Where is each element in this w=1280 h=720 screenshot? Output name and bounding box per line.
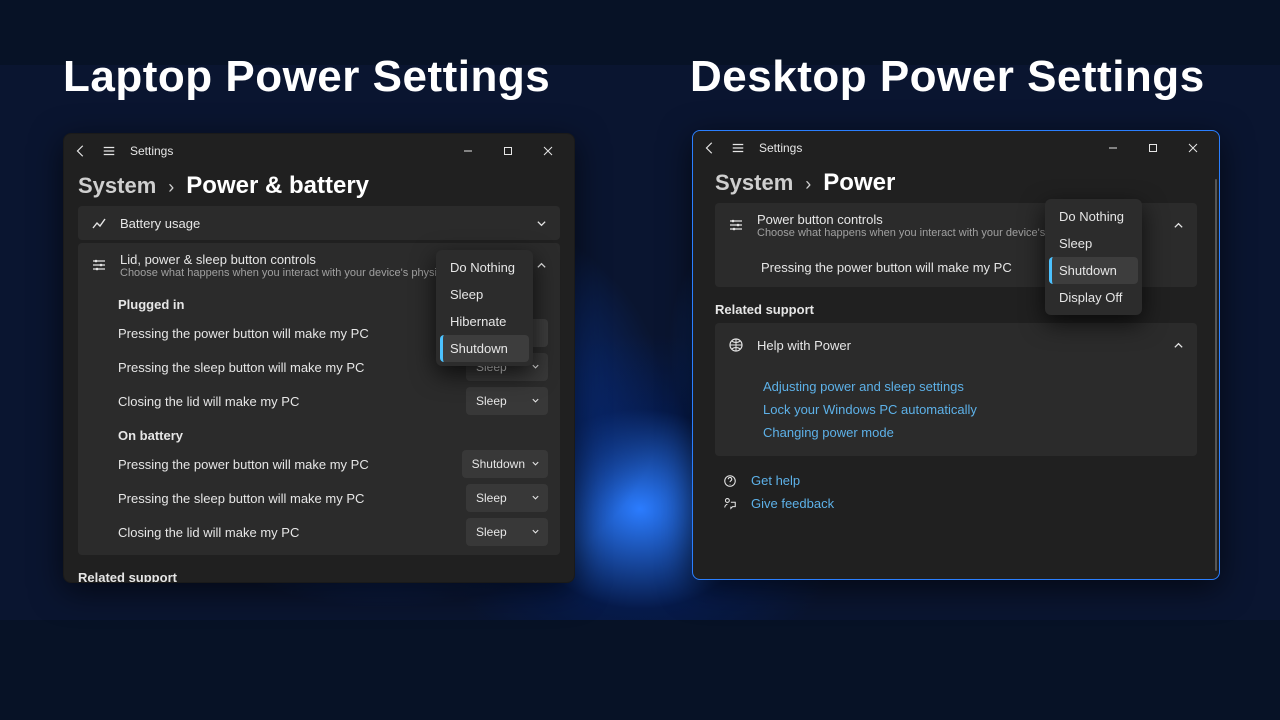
help-with-power-title: Help with Power [757, 338, 1157, 353]
chevron-up-icon [1169, 340, 1187, 351]
back-icon[interactable] [703, 141, 717, 155]
battery-lid-label: Closing the lid will make my PC [118, 525, 466, 540]
power-action-menu: Do Nothing Sleep Shutdown Display Off [1045, 199, 1142, 315]
link-lock-pc[interactable]: Lock your Windows PC automatically [715, 398, 1197, 421]
give-feedback-link[interactable]: Give feedback [715, 492, 1197, 515]
close-button[interactable] [528, 137, 568, 165]
breadcrumb-root[interactable]: System [78, 173, 156, 199]
battery-lid-row: Closing the lid will make my PC Sleep [78, 515, 560, 549]
battery-sleep-value: Sleep [476, 491, 507, 505]
globe-icon [727, 337, 745, 353]
menu-item-do-nothing[interactable]: Do Nothing [1049, 203, 1138, 230]
related-support-heading: Related support [78, 558, 560, 583]
chevron-down-icon [531, 394, 540, 408]
battery-sleep-label: Pressing the sleep button will make my P… [118, 491, 466, 506]
heading-desktop: Desktop Power Settings [690, 52, 1205, 102]
menu-item-shutdown[interactable]: Shutdown [1049, 257, 1138, 284]
battery-usage-card[interactable]: Battery usage [78, 206, 560, 240]
on-battery-subhead: On battery [78, 418, 560, 447]
plugged-lid-value: Sleep [476, 394, 507, 408]
maximize-button[interactable] [1133, 134, 1173, 162]
breadcrumb: System › Power & battery [64, 168, 574, 206]
battery-lid-dropdown[interactable]: Sleep [466, 518, 548, 546]
chevron-down-icon [531, 491, 540, 505]
power-action-menu: Do Nothing Sleep Hibernate Shutdown [436, 250, 533, 366]
chevron-down-icon [531, 525, 540, 539]
battery-power-row: Pressing the power button will make my P… [78, 447, 560, 481]
menu-item-sleep[interactable]: Sleep [1049, 230, 1138, 257]
plugged-lid-label: Closing the lid will make my PC [118, 394, 466, 409]
chevron-down-icon [531, 457, 540, 471]
battery-power-label: Pressing the power button will make my P… [118, 457, 462, 472]
minimize-button[interactable] [448, 137, 488, 165]
plugged-lid-row: Closing the lid will make my PC Sleep [78, 384, 560, 418]
plugged-power-label: Pressing the power button will make my P… [118, 326, 466, 341]
content-area: Power button controls Choose what happen… [693, 203, 1219, 521]
menu-item-display-off[interactable]: Display Off [1049, 284, 1138, 311]
back-icon[interactable] [74, 144, 88, 158]
close-button[interactable] [1173, 134, 1213, 162]
battery-usage-label: Battery usage [120, 216, 520, 231]
titlebar: Settings [693, 131, 1219, 165]
hamburger-icon[interactable] [102, 144, 116, 158]
titlebar: Settings [64, 134, 574, 168]
battery-power-value: Shutdown [472, 457, 525, 471]
help-icon [723, 474, 737, 488]
chevron-right-icon: › [805, 174, 811, 195]
menu-item-do-nothing[interactable]: Do Nothing [440, 254, 529, 281]
get-help-link[interactable]: Get help [715, 469, 1197, 492]
plugged-sleep-label: Pressing the sleep button will make my P… [118, 360, 466, 375]
window-title: Settings [130, 144, 173, 158]
link-adjusting-power[interactable]: Adjusting power and sleep settings [715, 375, 1197, 398]
battery-lid-value: Sleep [476, 525, 507, 539]
chevron-up-icon [532, 260, 550, 271]
minimize-button[interactable] [1093, 134, 1133, 162]
page-title: Power [823, 169, 895, 197]
battery-sleep-row: Pressing the sleep button will make my P… [78, 481, 560, 515]
controls-icon [727, 217, 745, 233]
settings-window-laptop: Settings System › Power & battery Batter… [63, 133, 575, 583]
give-feedback-label: Give feedback [751, 496, 834, 511]
breadcrumb-root[interactable]: System [715, 170, 793, 196]
maximize-button[interactable] [488, 137, 528, 165]
chevron-down-icon [532, 218, 550, 229]
breadcrumb: System › Power [693, 165, 1219, 203]
settings-window-desktop: Settings System › Power Power button con… [692, 130, 1220, 580]
page-title: Power & battery [186, 172, 369, 200]
menu-item-shutdown[interactable]: Shutdown [440, 335, 529, 362]
plugged-lid-dropdown[interactable]: Sleep [466, 387, 548, 415]
heading-laptop: Laptop Power Settings [63, 52, 550, 102]
hamburger-icon[interactable] [731, 141, 745, 155]
chevron-right-icon: › [168, 177, 174, 198]
chart-icon [90, 215, 108, 231]
window-title: Settings [759, 141, 802, 155]
battery-power-dropdown[interactable]: Shutdown [462, 450, 548, 478]
menu-item-hibernate[interactable]: Hibernate [440, 308, 529, 335]
content-area: Battery usage Lid, power & sleep button … [64, 206, 574, 583]
get-help-label: Get help [751, 473, 800, 488]
link-changing-mode[interactable]: Changing power mode [715, 421, 1197, 444]
battery-sleep-dropdown[interactable]: Sleep [466, 484, 548, 512]
help-with-power-card: Help with Power Adjusting power and slee… [715, 323, 1197, 456]
controls-icon [90, 257, 108, 273]
help-with-power-header[interactable]: Help with Power [715, 323, 1197, 367]
menu-item-sleep[interactable]: Sleep [440, 281, 529, 308]
chevron-up-icon [1169, 220, 1187, 231]
feedback-icon [723, 497, 737, 511]
page-bottom-band [0, 620, 1280, 720]
